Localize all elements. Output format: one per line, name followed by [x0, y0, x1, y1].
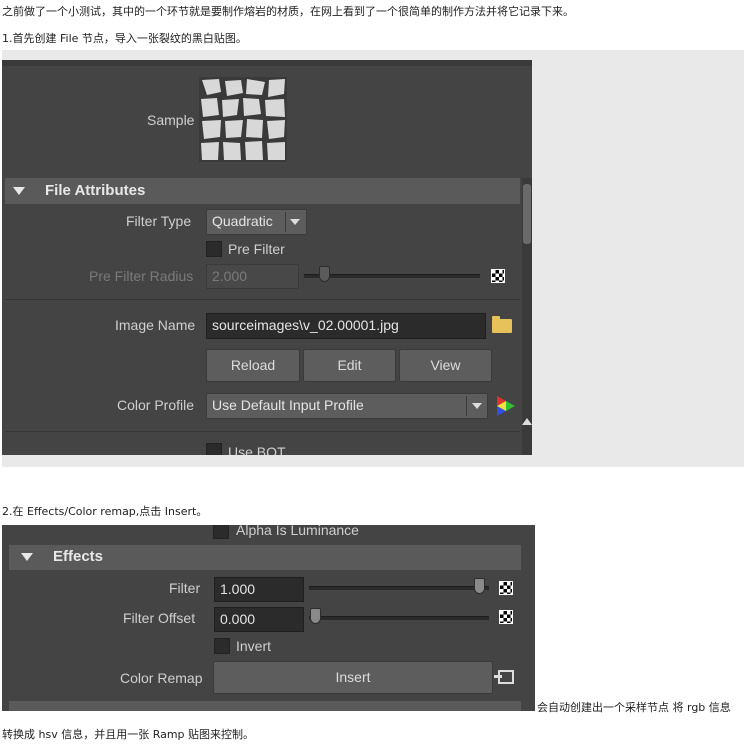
- pre-filter-checkbox[interactable]: [206, 241, 222, 257]
- final-text: 转换成 hsv 信息，并且用一张 Ramp 贴图来控制。: [2, 728, 255, 741]
- use-bot-checkbox[interactable]: [206, 443, 222, 455]
- intro-text: 之前做了一个小测试，其中的一个环节就是要制作熔岩的材质，在网上看到了一个很简单的…: [2, 5, 574, 18]
- filter-offset-slider[interactable]: [309, 616, 489, 620]
- use-bot-label: Use BOT: [228, 444, 286, 455]
- filter-type-dropdown[interactable]: Quadratic: [206, 209, 307, 235]
- insert-button[interactable]: Insert: [213, 661, 493, 694]
- filter-type-label: Filter Type: [126, 213, 192, 229]
- invert-checkbox[interactable]: [214, 638, 230, 654]
- color-profile-label: Color Profile: [117, 397, 195, 413]
- sample-swatch: [199, 77, 287, 162]
- slider-knob[interactable]: [310, 608, 321, 624]
- reload-button[interactable]: Reload: [206, 349, 300, 382]
- file-attributes-title: File Attributes: [45, 182, 146, 199]
- map-button-icon[interactable]: [499, 581, 513, 595]
- edit-button[interactable]: Edit: [303, 349, 396, 382]
- filter-field[interactable]: 1.000: [214, 577, 304, 602]
- sample-label: Sample: [147, 112, 195, 128]
- invert-label: Invert: [236, 638, 272, 654]
- pre-filter-label: Pre Filter: [228, 241, 285, 257]
- pre-filter-radius-field[interactable]: 2.000: [206, 264, 299, 289]
- next-section-header[interactable]: [9, 701, 521, 711]
- filter-type-value: Quadratic: [212, 213, 273, 229]
- slider-knob[interactable]: [319, 266, 330, 282]
- slider-knob[interactable]: [474, 578, 485, 594]
- color-wheel-icon[interactable]: [494, 393, 518, 423]
- filter-offset-label: Filter Offset: [123, 610, 196, 626]
- divider: [5, 299, 520, 300]
- folder-icon[interactable]: [492, 316, 512, 333]
- scrollbar[interactable]: [522, 178, 532, 455]
- effects-panel: Alpha Is Luminance Effects Filter 1.000 …: [2, 525, 535, 711]
- connection-icon[interactable]: [494, 670, 514, 684]
- pre-filter-radius-label: Pre Filter Radius: [89, 268, 194, 284]
- color-profile-dropdown[interactable]: Use Default Input Profile: [206, 393, 488, 419]
- step2-text: 2.在 Effects/Color remap,点击 Insert。: [2, 505, 208, 518]
- view-button[interactable]: View: [399, 349, 492, 382]
- filter-offset-field[interactable]: 0.000: [214, 607, 304, 632]
- effects-title: Effects: [53, 548, 104, 565]
- file-attributes-panel: Sample File Attributes Filter Type Quadr…: [2, 60, 532, 455]
- filter-label: Filter: [169, 580, 201, 596]
- color-remap-label: Color Remap: [120, 670, 203, 686]
- collapse-arrow-icon: [21, 553, 33, 561]
- chevron-down-icon: [290, 219, 300, 225]
- filter-slider[interactable]: [309, 586, 489, 590]
- effects-header[interactable]: Effects: [9, 545, 521, 570]
- collapse-arrow-icon: [13, 187, 25, 195]
- pre-filter-radius-slider[interactable]: [304, 274, 480, 278]
- alpha-is-luminance-label: Alpha Is Luminance: [236, 525, 359, 538]
- step1-text: 1.首先创建 File 节点，导入一张裂纹的黑白贴图。: [2, 32, 247, 45]
- image-name-label: Image Name: [115, 317, 196, 333]
- image-name-field[interactable]: sourceimages\v_02.00001.jpg: [206, 313, 486, 339]
- divider: [5, 431, 520, 432]
- trailing-text: 会自动创建出一个采样节点 将 rgb 信息: [537, 701, 731, 714]
- map-button-icon[interactable]: [499, 610, 513, 624]
- color-profile-value: Use Default Input Profile: [212, 397, 364, 413]
- file-attributes-header[interactable]: File Attributes: [5, 178, 520, 204]
- alpha-is-luminance-checkbox[interactable]: [213, 525, 229, 539]
- map-button-icon[interactable]: [491, 269, 505, 283]
- chevron-down-icon: [472, 403, 482, 409]
